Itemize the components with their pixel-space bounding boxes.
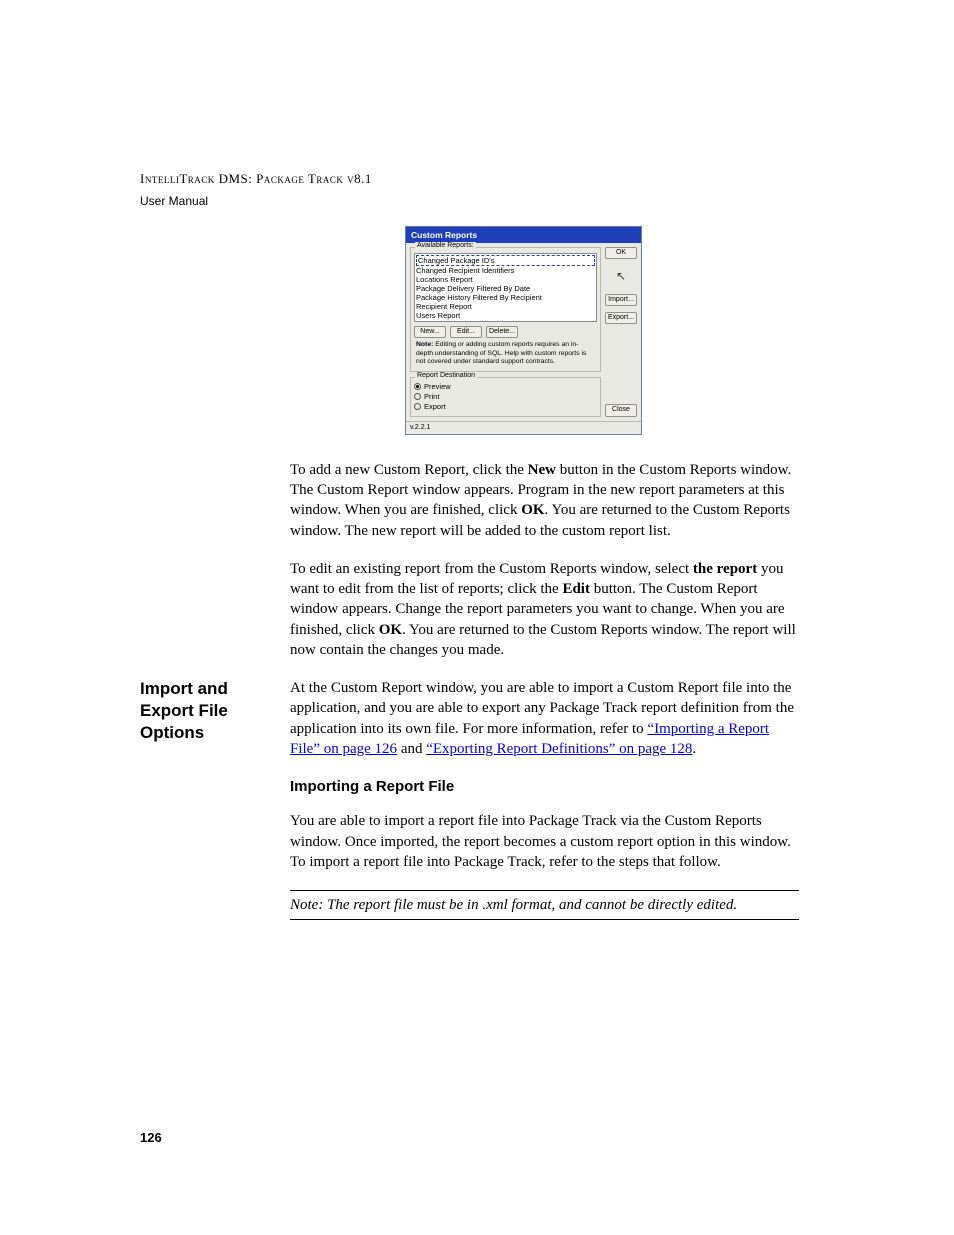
report-destination-group: Report Destination Preview Print Export	[410, 377, 601, 417]
radio-icon	[414, 393, 421, 400]
delete-button[interactable]: Delete...	[486, 326, 518, 338]
report-destination-label: Report Destination	[415, 372, 477, 380]
section-heading-import-export: Import and Export File Options	[140, 678, 270, 744]
dialog-note: Note: Editing or adding custom reports r…	[414, 341, 597, 366]
list-item[interactable]: Users Report	[416, 311, 595, 320]
custom-reports-dialog: Custom Reports Available Reports: Change…	[405, 226, 642, 435]
radio-print-row[interactable]: Print	[414, 392, 597, 401]
radio-icon	[414, 383, 421, 390]
paragraph-add-report: To add a new Custom Report, click the Ne…	[290, 460, 799, 541]
edit-button[interactable]: Edit...	[450, 326, 482, 338]
paragraph-import-export-intro: At the Custom Report window, you are abl…	[290, 678, 799, 759]
subheading-importing-report-file: Importing a Report File	[290, 777, 799, 797]
radio-label: Print	[424, 392, 439, 401]
running-header: IntelliTrack DMS: Package Track v8.1	[140, 170, 799, 188]
list-item[interactable]: Package History Filtered By Recipient	[416, 293, 595, 302]
horizontal-rule	[290, 890, 799, 891]
list-item[interactable]: Package Delivery Filtered By Date	[416, 284, 595, 293]
link-exporting-report-definitions[interactable]: “Exporting Report Definitions” on page 1…	[426, 741, 692, 757]
radio-label: Export	[424, 402, 446, 411]
radio-export-row[interactable]: Export	[414, 402, 597, 411]
page-number: 126	[140, 1130, 162, 1145]
available-reports-group: Available Reports: Changed Package ID's …	[410, 247, 601, 372]
radio-label: Preview	[424, 382, 451, 391]
list-item[interactable]: Locations Report	[416, 275, 595, 284]
paragraph-importing-report-file: You are able to import a report file int…	[290, 811, 799, 872]
note-xml-format: Note: The report file must be in .xml fo…	[290, 895, 799, 915]
new-button[interactable]: New...	[414, 326, 446, 338]
radio-preview-row[interactable]: Preview	[414, 382, 597, 391]
import-button[interactable]: Import...	[605, 294, 637, 306]
dialog-version: v.2.2.1	[406, 421, 641, 434]
dialog-titlebar: Custom Reports	[406, 227, 641, 243]
list-item[interactable]: Changed Recipient Identifiers	[416, 266, 595, 275]
running-header-sub: User Manual	[140, 194, 799, 208]
list-item[interactable]: Changed Package ID's	[416, 255, 595, 266]
reports-listbox[interactable]: Changed Package ID's Changed Recipient I…	[414, 253, 597, 322]
cursor-icon: ↖	[605, 265, 637, 287]
export-button[interactable]: Export...	[605, 312, 637, 324]
ok-button[interactable]: OK	[605, 247, 637, 259]
available-reports-label: Available Reports:	[415, 242, 476, 250]
paragraph-edit-report: To edit an existing report from the Cust…	[290, 559, 799, 660]
radio-icon	[414, 403, 421, 410]
horizontal-rule	[290, 919, 799, 920]
close-button[interactable]: Close	[605, 404, 637, 416]
list-item[interactable]: Recipient Report	[416, 302, 595, 311]
